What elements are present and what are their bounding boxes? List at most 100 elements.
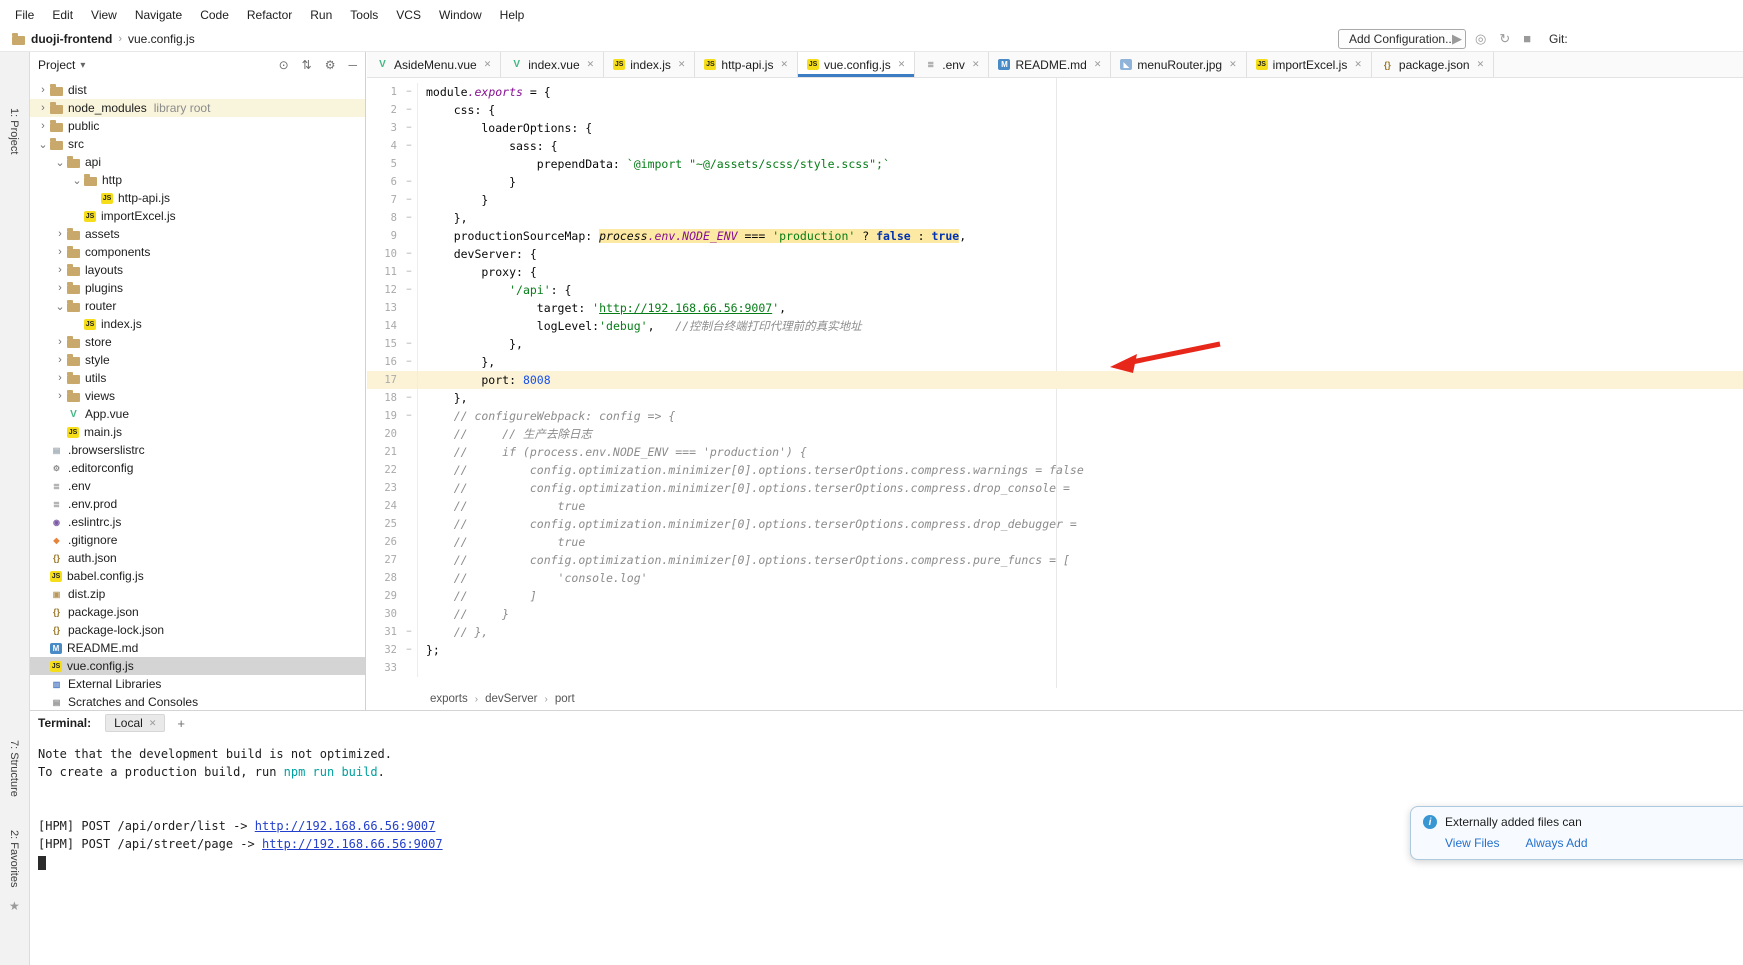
tab-importExcel.js[interactable]: JSimportExcel.js✕ <box>1247 52 1372 77</box>
code-line-20[interactable]: 20 // // 生产去除日志 <box>367 425 1743 443</box>
close-icon[interactable]: ✕ <box>587 59 595 70</box>
tree-item-main.js[interactable]: JSmain.js <box>30 423 365 441</box>
tab-menuRouter.jpg[interactable]: ◣menuRouter.jpg✕ <box>1111 52 1246 77</box>
close-icon[interactable]: ✕ <box>678 59 686 70</box>
terminal-tab-local[interactable]: Local ✕ <box>105 714 165 732</box>
tab-index.vue[interactable]: Vindex.vue✕ <box>501 52 604 77</box>
stop-icon[interactable]: ■ <box>1523 29 1531 49</box>
fold-icon[interactable]: − <box>401 137 417 155</box>
code-line-17[interactable]: 17 port: 8008 <box>367 371 1743 389</box>
code-line-13[interactable]: 13 target: 'http://192.168.66.56:9007', <box>367 299 1743 317</box>
code-line-25[interactable]: 25 // config.optimization.minimizer[0].o… <box>367 515 1743 533</box>
url-link[interactable]: http://192.168.66.56:9007 <box>599 301 772 315</box>
breadcrumb-exports[interactable]: exports <box>430 693 468 705</box>
fold-icon[interactable]: − <box>401 281 417 299</box>
tree-item-ExternalLibraries[interactable]: ▥External Libraries <box>30 675 365 693</box>
fold-icon[interactable]: − <box>401 407 417 425</box>
fold-icon[interactable]: − <box>401 245 417 263</box>
tree-item-.browserslistrc[interactable]: ▤.browserslistrc <box>30 441 365 459</box>
fold-icon[interactable]: − <box>401 209 417 227</box>
git-widget[interactable]: Git: <box>1549 32 1568 46</box>
code-line-29[interactable]: 29 // ] <box>367 587 1743 605</box>
menu-item-help[interactable]: Help <box>491 5 534 25</box>
code-line-28[interactable]: 28 // 'console.log' <box>367 569 1743 587</box>
tree-item-components[interactable]: ›components <box>30 243 365 261</box>
code-line-19[interactable]: 19− // configureWebpack: config => { <box>367 407 1743 425</box>
chevron-right-icon[interactable]: › <box>53 390 67 402</box>
tool-button-favorites[interactable]: 2: Favorites <box>8 830 20 887</box>
tab-README.md[interactable]: MREADME.md✕ <box>989 52 1111 77</box>
tree-item-api[interactable]: ⌄api <box>30 153 365 171</box>
menu-item-navigate[interactable]: Navigate <box>126 5 191 25</box>
chevron-right-icon[interactable]: › <box>53 228 67 240</box>
code-line-14[interactable]: 14 logLevel:'debug', //控制台终端打印代理前的真实地址 <box>367 317 1743 335</box>
code-line-10[interactable]: 10− devServer: { <box>367 245 1743 263</box>
code-line-23[interactable]: 23 // config.optimization.minimizer[0].o… <box>367 479 1743 497</box>
breadcrumb-devServer[interactable]: devServer <box>485 693 537 705</box>
menu-item-tools[interactable]: Tools <box>341 5 387 25</box>
fold-icon[interactable]: − <box>401 389 417 407</box>
chevron-down-icon[interactable]: ⌄ <box>53 156 67 169</box>
url-link[interactable]: http://192.168.66.56:9007 <box>262 837 443 851</box>
fold-icon[interactable]: − <box>401 353 417 371</box>
tab-vue.config.js[interactable]: JSvue.config.js✕ <box>798 52 915 77</box>
tree-item-node_modules[interactable]: ›node_moduleslibrary root <box>30 99 365 117</box>
tree-item-style[interactable]: ›style <box>30 351 365 369</box>
code-line-7[interactable]: 7− } <box>367 191 1743 209</box>
breadcrumb-port[interactable]: port <box>555 693 575 705</box>
code-line-18[interactable]: 18− }, <box>367 389 1743 407</box>
tree-item-package-lock.json[interactable]: {}package-lock.json <box>30 621 365 639</box>
tree-item-dist[interactable]: ›dist <box>30 81 365 99</box>
tree-item-App.vue[interactable]: VApp.vue <box>30 405 365 423</box>
tree-item-.env[interactable]: ≣.env <box>30 477 365 495</box>
tree-item-router[interactable]: ⌄router <box>30 297 365 315</box>
code-line-4[interactable]: 4− sass: { <box>367 137 1743 155</box>
chevron-down-icon[interactable]: ▾ <box>80 60 85 71</box>
code-line-27[interactable]: 27 // config.optimization.minimizer[0].o… <box>367 551 1743 569</box>
tree-item-package.json[interactable]: {}package.json <box>30 603 365 621</box>
code-line-26[interactable]: 26 // true <box>367 533 1743 551</box>
tree-item-.env.prod[interactable]: ≣.env.prod <box>30 495 365 513</box>
tab-index.js[interactable]: JSindex.js✕ <box>604 52 695 77</box>
close-icon[interactable]: ✕ <box>780 59 788 70</box>
tree-item-.editorconfig[interactable]: ⚙.editorconfig <box>30 459 365 477</box>
code-line-30[interactable]: 30 // } <box>367 605 1743 623</box>
chevron-right-icon[interactable]: › <box>36 102 50 114</box>
menu-item-refactor[interactable]: Refactor <box>238 5 301 25</box>
tree-item-views[interactable]: ›views <box>30 387 365 405</box>
tree-item-vue.config.js[interactable]: JSvue.config.js <box>30 657 365 675</box>
chevron-right-icon[interactable]: › <box>53 336 67 348</box>
tree-item-importExcel.js[interactable]: JSimportExcel.js <box>30 207 365 225</box>
code-line-2[interactable]: 2− css: { <box>367 101 1743 119</box>
code-line-22[interactable]: 22 // config.optimization.minimizer[0].o… <box>367 461 1743 479</box>
fold-icon[interactable]: − <box>401 191 417 209</box>
tab-.env[interactable]: ≣.env✕ <box>915 52 989 77</box>
url-link[interactable]: http://192.168.66.56:9007 <box>255 819 436 833</box>
chevron-right-icon[interactable]: › <box>53 264 67 276</box>
settings-icon[interactable]: ⚙ <box>325 58 336 72</box>
debug-icon[interactable]: ◎ <box>1475 29 1486 49</box>
chevron-right-icon[interactable]: › <box>53 354 67 366</box>
tree-item-http-api.js[interactable]: JShttp-api.js <box>30 189 365 207</box>
code-line-32[interactable]: 32−}; <box>367 641 1743 659</box>
tab-AsideMenu.vue[interactable]: VAsideMenu.vue✕ <box>367 52 501 77</box>
chevron-right-icon[interactable]: › <box>53 282 67 294</box>
code-line-1[interactable]: 1−module.exports = { <box>367 83 1743 101</box>
chevron-right-icon[interactable]: › <box>36 120 50 132</box>
collapse-all-icon[interactable]: ⇅ <box>302 58 312 72</box>
fold-icon[interactable]: − <box>401 173 417 191</box>
tool-button-project[interactable]: 1: Project <box>8 108 20 154</box>
new-terminal-icon[interactable]: + <box>177 716 185 731</box>
code-line-21[interactable]: 21 // if (process.env.NODE_ENV === 'prod… <box>367 443 1743 461</box>
tab-package.json[interactable]: {}package.json✕ <box>1372 52 1494 77</box>
code-line-31[interactable]: 31− // }, <box>367 623 1743 641</box>
menu-item-view[interactable]: View <box>82 5 126 25</box>
fold-icon[interactable]: − <box>401 101 417 119</box>
tree-item-dist.zip[interactable]: ▣dist.zip <box>30 585 365 603</box>
add-configuration-button[interactable]: Add Configuration... <box>1338 29 1466 49</box>
tree-item-layouts[interactable]: ›layouts <box>30 261 365 279</box>
close-icon[interactable]: ✕ <box>149 718 157 729</box>
breadcrumb-file[interactable]: vue.config.js <box>128 32 195 46</box>
tree-item-auth.json[interactable]: {}auth.json <box>30 549 365 567</box>
chevron-right-icon[interactable]: › <box>36 84 50 96</box>
